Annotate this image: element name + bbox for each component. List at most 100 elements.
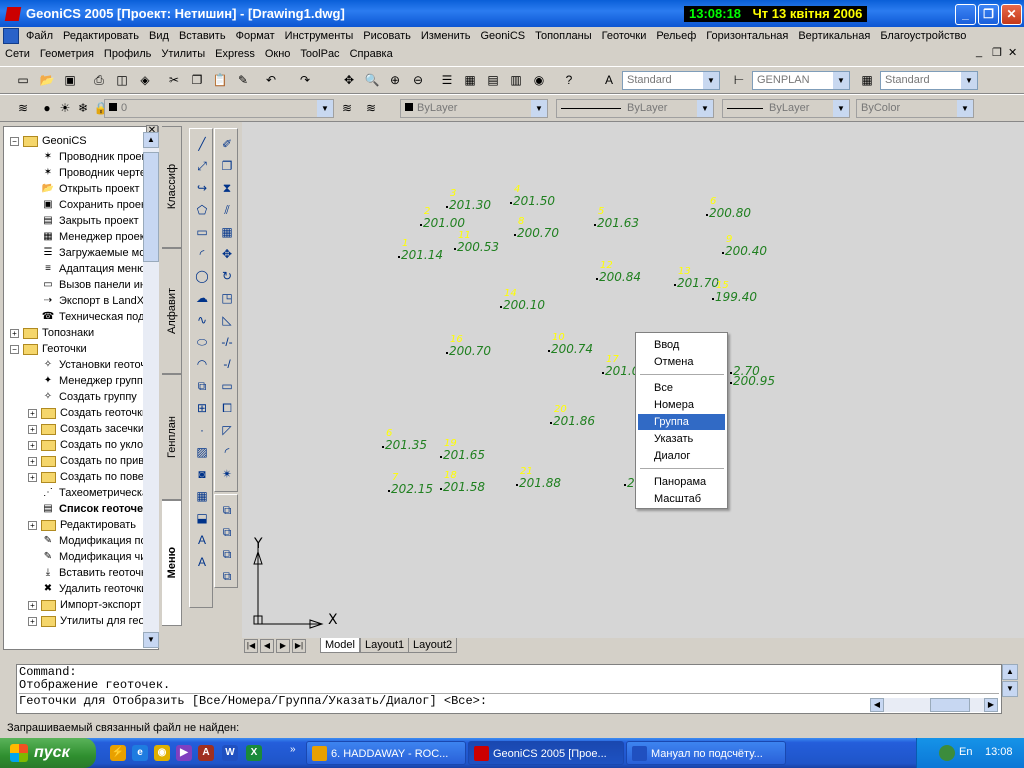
expand-icon[interactable]: + [28,424,37,434]
quick-launch-more-icon[interactable]: » [290,744,296,755]
plotstyle-select[interactable]: ByColor ▼ [856,99,974,118]
canvas-hscrollbar[interactable]: ◀ ▶ [870,698,998,712]
color-select[interactable]: ByLayer ▼ [400,99,548,118]
menu-item-0[interactable]: Файл [21,30,58,42]
task-winamp[interactable]: 6. HADDAWAY - ROC... [306,741,466,765]
offset-icon[interactable]: ⫽ [218,201,236,219]
print-icon[interactable]: ⎙ [90,71,108,89]
construction-line-icon[interactable]: ⤢ [193,157,211,175]
zoom-previous-icon[interactable]: ⊖ [409,71,427,89]
doc-restore-button[interactable]: ❐ [992,46,1002,59]
tree-item[interactable]: + Топознаки [10,325,94,341]
menu2-item-2[interactable]: Профиль [99,48,157,60]
scroll-up-icon[interactable]: ▲ [1002,664,1018,680]
prev-tab-icon[interactable]: ◀ [260,639,274,653]
first-tab-icon[interactable]: |◀ [244,639,258,653]
tree-item[interactable]: ⇢ Экспорт в LandXML [28,293,158,309]
expand-icon[interactable]: + [28,408,37,418]
tab-genplan[interactable]: Генплан [162,374,182,500]
ie-icon[interactable]: e [132,745,148,761]
tree-item[interactable]: + Редактировать [28,517,136,533]
expand-icon[interactable]: + [28,440,37,450]
tree-item[interactable]: ✎ Модификация по [28,533,147,549]
table-style-select[interactable]: Standard ▼ [880,71,978,90]
insert-block-icon[interactable]: ⧉ [193,377,211,395]
geonics-app-icon[interactable] [4,6,22,21]
array-icon[interactable]: ▦ [218,223,236,241]
network-icon[interactable] [939,745,955,761]
tree-item[interactable]: 📂 Открыть проект [28,181,140,197]
context-menu-item[interactable]: Масштаб [638,491,725,507]
expand-icon[interactable]: + [28,456,37,466]
menu2-item-3[interactable]: Утилиты [156,48,210,60]
tree-item[interactable]: +Создать по поверхности [28,469,158,485]
expand-icon[interactable]: + [28,616,37,626]
stretch-icon[interactable]: ◺ [218,311,236,329]
tree-item[interactable]: ▤ Список геоточек [28,501,148,517]
doc-close-button[interactable]: ✕ [1008,46,1017,59]
zoom-realtime-icon[interactable]: 🔍 [363,71,381,89]
menu-item-9[interactable]: Топопланы [530,30,597,42]
send-back-icon[interactable]: ⧉ [218,523,236,541]
polygon-icon[interactable]: ⬠ [193,201,211,219]
word-icon[interactable]: W [222,745,238,761]
bring-above-icon[interactable]: ⧉ [218,545,236,563]
menu-item-5[interactable]: Инструменты [280,30,359,42]
menu2-item-5[interactable]: Окно [260,48,296,60]
tree-item[interactable]: ✶ Проводник проекта [28,149,158,165]
paste-icon[interactable]: 📋 [211,71,229,89]
preview-icon[interactable]: ◫ [113,71,131,89]
point-icon[interactable]: · [193,421,211,439]
start-button[interactable]: пуск [0,738,96,768]
match-properties-icon[interactable]: ✎ [234,71,252,89]
tab-alphabet[interactable]: Алфавит [162,248,182,374]
menu-item-13[interactable]: Вертикальная [793,30,875,42]
hscroll-thumb[interactable] [930,698,970,712]
make-current-layer-icon[interactable]: ≋ [338,99,356,117]
collapse-icon[interactable]: − [10,136,19,146]
doc-minimize-button[interactable]: _ [976,46,982,58]
tree-item[interactable]: − GeoniCS [10,133,87,149]
trim-icon[interactable]: -/- [218,333,236,351]
copy-icon[interactable]: ❐ [188,71,206,89]
tree-item[interactable]: + Создать геоточки [28,405,148,421]
tree-item[interactable]: ☰ Загружаемые модули [28,245,158,261]
maximize-button[interactable]: ❐ [978,4,999,25]
task-geonics[interactable]: GeoniCS 2005 [Прое... [468,741,624,765]
tree-item[interactable]: ✶ Проводник чертежа [28,165,158,181]
dim-style-icon[interactable]: ⊢ [730,71,748,89]
tab-menu[interactable]: Меню [162,500,182,626]
browser-icon[interactable]: ◉ [154,745,170,761]
scroll-left-icon[interactable]: ◀ [870,698,884,712]
layer-previous-icon[interactable]: ≋ [362,99,380,117]
tree-item[interactable]: + Импорт-экспорт [28,597,141,613]
tree-item[interactable]: + Создать засечки [28,421,144,437]
minimize-button[interactable]: _ [955,4,976,25]
tree-item[interactable]: ▣ Сохранить проект [28,197,151,213]
text-icon[interactable]: A [193,553,211,571]
properties-icon[interactable]: ☰ [438,71,456,89]
ellipse-icon[interactable]: ⬭ [193,333,211,351]
expand-icon[interactable]: + [10,328,19,338]
table-style-icon[interactable]: ▦ [858,71,876,89]
help-icon[interactable]: ? [560,71,578,89]
scroll-down-icon[interactable]: ▼ [143,632,159,648]
menu-item-11[interactable]: Рельеф [651,30,701,42]
tree-item[interactable]: ▤ Закрыть проект [28,213,138,229]
context-menu-item[interactable]: Номера [638,397,725,413]
text-style-select[interactable]: Standard ▼ [622,71,720,90]
tree-item[interactable]: ⋰Тахеометрическая съемка [28,485,158,501]
join-icon[interactable]: ⧠ [218,399,236,417]
break-icon[interactable]: ▭ [218,377,236,395]
freeze-icon[interactable]: ❄ [74,99,92,117]
lightbulb-icon[interactable]: ● [38,99,56,117]
circle-icon[interactable]: ◯ [193,267,211,285]
open-icon[interactable]: 📂 [38,71,56,89]
polyline-icon[interactable]: ↪ [193,179,211,197]
tab-classif[interactable]: Классиф [162,126,182,248]
ellipse-arc-icon[interactable]: ◠ [193,355,211,373]
tree-item[interactable]: + Создать по уклону [28,437,155,453]
command-scrollbar[interactable]: ▲ ▼ [1002,664,1018,698]
explode-icon[interactable]: ✴ [218,465,236,483]
expand-icon[interactable]: + [28,600,37,610]
